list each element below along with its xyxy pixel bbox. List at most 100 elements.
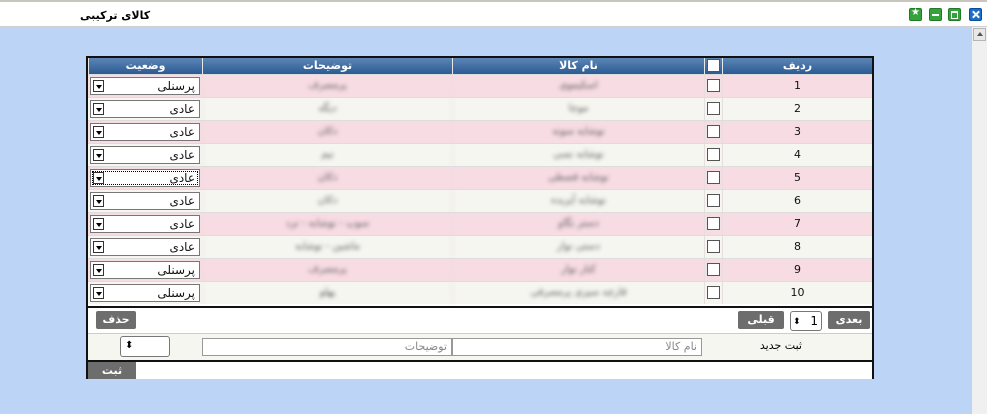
- row-checkbox[interactable]: [707, 193, 720, 207]
- page-number: 1: [810, 314, 818, 328]
- status-value: پرسنلی: [157, 263, 195, 277]
- previous-button[interactable]: قبلی: [738, 311, 784, 329]
- status-cell: عادی: [88, 121, 202, 143]
- status-select[interactable]: عادی: [90, 192, 200, 210]
- chevron-down-icon[interactable]: [93, 218, 104, 230]
- item-description: دکان: [202, 190, 452, 212]
- item-description: پهلو: [202, 282, 452, 304]
- close-icon[interactable]: [969, 8, 982, 21]
- window-title: کالای ترکیبی: [80, 9, 151, 22]
- row-select: [704, 75, 722, 97]
- row-checkbox[interactable]: [707, 170, 720, 184]
- row-checkbox[interactable]: [707, 239, 720, 253]
- scroll-up-icon[interactable]: [973, 28, 986, 41]
- select-arrows-icon: ⬍: [125, 340, 134, 351]
- col-header-status: وضعیت: [88, 58, 202, 74]
- row-checkbox[interactable]: [707, 285, 720, 299]
- row-checkbox[interactable]: [707, 216, 720, 230]
- status-select[interactable]: عادی: [90, 100, 200, 118]
- chevron-down-icon[interactable]: [93, 195, 104, 207]
- new-entry-row: ثبت جدید نام کالا توضیحات ⬍: [88, 333, 872, 360]
- select-all-checkbox[interactable]: [707, 58, 720, 72]
- pin-icon[interactable]: [909, 7, 922, 21]
- row-number: 2: [722, 98, 872, 120]
- status-value: عادی: [169, 217, 195, 231]
- table-row: 7 دستر نگاو سوپ - نوشابه - ترد عادی: [88, 212, 872, 235]
- status-select[interactable]: عادی: [90, 169, 200, 187]
- status-value: عادی: [169, 194, 195, 208]
- row-number: 5: [722, 167, 872, 189]
- item-description: سوپ - نوشابه - ترد: [202, 213, 452, 235]
- save-button[interactable]: ثبت: [88, 362, 136, 379]
- minimize-icon[interactable]: [929, 8, 942, 21]
- table-header: ردیف نام کالا توضیحات وضعیت: [88, 58, 872, 74]
- status-value: عادی: [169, 102, 195, 116]
- row-checkbox[interactable]: [707, 147, 720, 161]
- status-cell: عادی: [88, 167, 202, 189]
- status-select[interactable]: عادی: [90, 146, 200, 164]
- next-button[interactable]: بعدی: [828, 311, 870, 329]
- row-select: [704, 167, 722, 189]
- table-row: 3 نوشابه سونه دکان عادی: [88, 120, 872, 143]
- chevron-down-icon[interactable]: [93, 172, 104, 184]
- row-select: [704, 121, 722, 143]
- item-description: دکان: [202, 167, 452, 189]
- status-select[interactable]: عادی: [90, 123, 200, 141]
- col-header-name: نام کالا: [452, 58, 704, 74]
- status-value: پرسنلی: [157, 286, 195, 300]
- page-stepper[interactable]: ⬍ 1: [790, 311, 822, 331]
- window-titlebar: کالای ترکیبی: [0, 0, 987, 27]
- status-cell: عادی: [88, 98, 202, 120]
- row-number: 1: [722, 75, 872, 97]
- row-checkbox[interactable]: [707, 78, 720, 92]
- chevron-down-icon[interactable]: [93, 103, 104, 115]
- status-cell: عادی: [88, 144, 202, 166]
- status-select[interactable]: پرسنلی: [90, 261, 200, 279]
- row-number: 3: [722, 121, 872, 143]
- row-select: [704, 236, 722, 258]
- table-row: 2 موجا دیگه عادی: [88, 97, 872, 120]
- row-number: 6: [722, 190, 872, 212]
- chevron-down-icon[interactable]: [93, 126, 104, 138]
- new-status-select[interactable]: ⬍: [120, 336, 170, 357]
- maximize-icon[interactable]: [948, 8, 961, 21]
- col-header-select: [704, 58, 722, 74]
- new-entry-label: ثبت جدید: [759, 339, 802, 352]
- row-checkbox[interactable]: [707, 262, 720, 276]
- table-row: 4 نوشابه نسی نیم عادی: [88, 143, 872, 166]
- table-row: 6 نوشابه آیزیده دکان عادی: [88, 189, 872, 212]
- row-select: [704, 144, 722, 166]
- status-select[interactable]: پرسنلی: [90, 284, 200, 302]
- description-input[interactable]: توضیحات: [202, 338, 452, 356]
- item-name: نوشابه قصطی: [452, 167, 704, 189]
- chevron-down-icon[interactable]: [93, 287, 104, 299]
- item-name: دستی نوار: [452, 236, 704, 258]
- chevron-down-icon[interactable]: [93, 80, 104, 92]
- status-select[interactable]: عادی: [90, 215, 200, 233]
- row-checkbox[interactable]: [707, 124, 720, 138]
- chevron-down-icon[interactable]: [93, 241, 104, 253]
- chevron-down-icon[interactable]: [93, 149, 104, 161]
- status-select[interactable]: عادی: [90, 238, 200, 256]
- row-number: 4: [722, 144, 872, 166]
- delete-button[interactable]: حذف: [96, 311, 136, 329]
- stepper-arrows-icon[interactable]: ⬍: [793, 313, 801, 331]
- item-description: ماشین - نوشابه: [202, 236, 452, 258]
- row-number: 8: [722, 236, 872, 258]
- table-row: 5 نوشابه قصطی دکان عادی: [88, 166, 872, 189]
- status-select[interactable]: پرسنلی: [90, 77, 200, 95]
- status-cell: پرسنلی: [88, 75, 202, 97]
- table-row: 9 کنار نوار پرمصرف پرسنلی: [88, 258, 872, 281]
- status-value: عادی: [169, 240, 195, 254]
- status-value: عادی: [169, 148, 195, 162]
- pager-bar: بعدی ⬍ 1 قبلی حذف: [88, 306, 872, 333]
- row-checkbox[interactable]: [707, 101, 720, 115]
- col-header-row: ردیف: [722, 58, 872, 74]
- status-value: عادی: [169, 125, 195, 139]
- item-name: موجا: [452, 98, 704, 120]
- name-input[interactable]: نام کالا: [452, 338, 702, 356]
- vertical-scrollbar[interactable]: [971, 27, 987, 414]
- items-panel: ردیف نام کالا توضیحات وضعیت 1 اسکیموی پرمص…: [86, 56, 874, 379]
- col-header-desc: توضیحات: [202, 58, 452, 74]
- chevron-down-icon[interactable]: [93, 264, 104, 276]
